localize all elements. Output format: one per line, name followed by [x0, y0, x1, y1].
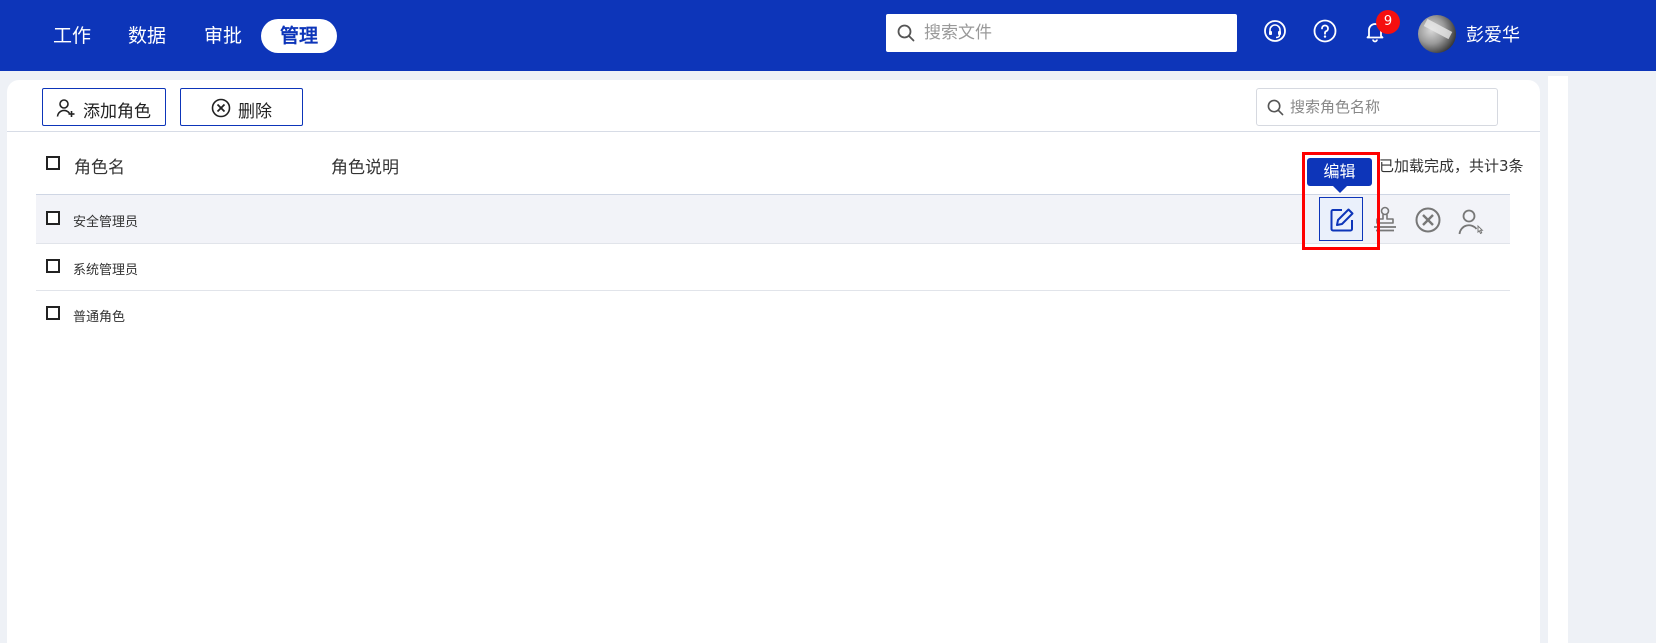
edit-button[interactable]: [1319, 197, 1363, 241]
role-search-input[interactable]: [1290, 89, 1490, 125]
row-checkbox[interactable]: [46, 259, 60, 273]
add-role-button[interactable]: 添加角色: [42, 88, 166, 126]
avatar[interactable]: [1418, 15, 1456, 53]
search-icon: [1267, 99, 1284, 120]
nav-item-data[interactable]: 数据: [117, 19, 177, 53]
table-row[interactable]: 系统管理员: [36, 244, 1510, 292]
column-header-role-name[interactable]: 角色名: [74, 153, 125, 178]
edit-icon: [1330, 208, 1354, 232]
nav-item-approval[interactable]: 审批: [193, 19, 253, 53]
search-icon: [897, 24, 915, 46]
table-row[interactable]: 普通角色: [36, 291, 1510, 339]
tooltip-arrow: [1333, 186, 1347, 193]
row-checkbox[interactable]: [46, 306, 60, 320]
role-name-cell: 普通角色: [73, 310, 126, 325]
delete-circle-icon: [211, 98, 231, 123]
add-user-icon: [56, 98, 76, 123]
role-name-cell: 安全管理员: [73, 215, 139, 230]
help-icon[interactable]: [1313, 19, 1337, 43]
table-row[interactable]: 安全管理员: [36, 195, 1510, 243]
delete-icon[interactable]: [1414, 206, 1442, 238]
edit-tooltip: 编辑: [1307, 158, 1372, 186]
stamp-icon[interactable]: [1371, 206, 1399, 236]
add-role-label: 添加角色: [83, 102, 151, 122]
file-search-box: [886, 14, 1237, 52]
role-search-box: [1256, 88, 1498, 126]
select-all-checkbox[interactable]: [46, 156, 60, 170]
file-search-input[interactable]: [924, 14, 1224, 52]
role-name-cell: 系统管理员: [73, 263, 139, 278]
user-pointer-icon[interactable]: [1457, 208, 1485, 240]
row-checkbox[interactable]: [46, 211, 60, 225]
column-header-role-description[interactable]: 角色说明: [331, 153, 399, 178]
toolbar-divider: [7, 131, 1540, 132]
page-scrollbar[interactable]: [1548, 76, 1568, 643]
nav-item-manage[interactable]: 管理: [261, 19, 337, 53]
delete-button[interactable]: 删除: [180, 88, 303, 126]
headset-icon[interactable]: [1263, 19, 1287, 43]
nav-item-work[interactable]: 工作: [42, 19, 102, 53]
delete-label: 删除: [238, 102, 272, 122]
notification-badge: 9: [1376, 10, 1400, 34]
username[interactable]: 彭爱华: [1466, 21, 1520, 47]
load-status-text: 已加载完成，共计3条: [1379, 157, 1524, 175]
